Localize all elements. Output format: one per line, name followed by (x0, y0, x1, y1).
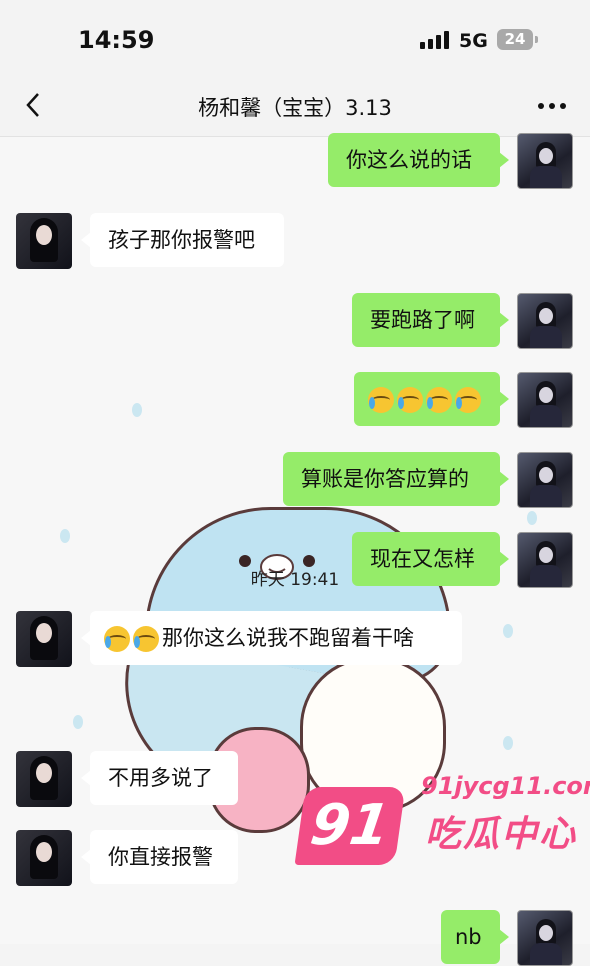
raindrop-decoration (60, 529, 70, 543)
battery-icon: 24 (497, 29, 538, 50)
signal-icon (420, 31, 450, 49)
avatar-self[interactable] (517, 452, 573, 508)
message-text: 那你这么说我不跑留着干啥 (162, 626, 414, 650)
network-type: 5G (459, 30, 488, 52)
avatar-self[interactable] (517, 372, 573, 428)
watermark-name: 吃瓜中心 (425, 814, 578, 855)
crying-laughing-emoji-icon (426, 387, 452, 413)
more-options-icon[interactable] (538, 103, 566, 111)
message-bubble-sent[interactable]: 要跑路了啊 (352, 293, 509, 347)
message-bubble-sent[interactable]: 算账是你答应算的 (283, 452, 509, 506)
crying-laughing-emoji-icon (455, 387, 481, 413)
avatar-contact[interactable] (16, 830, 72, 886)
message-timestamp: 昨天 19:41 (250, 570, 340, 590)
raindrop-decoration (503, 736, 513, 750)
message-bubble-received[interactable]: 你直接报警 (81, 830, 238, 884)
raindrop-decoration (527, 511, 537, 525)
status-time: 14:59 (78, 26, 155, 54)
message-bubble-sent[interactable]: 你这么说的话 (328, 133, 509, 187)
avatar-self[interactable] (517, 133, 573, 189)
chat-header: 杨和馨（宝宝）3.13 (0, 80, 590, 137)
crying-laughing-emoji-icon (397, 387, 423, 413)
crying-laughing-emoji-icon (104, 626, 130, 652)
avatar-contact[interactable] (16, 213, 72, 269)
crying-laughing-emoji-icon (133, 626, 159, 652)
avatar-contact[interactable] (16, 611, 72, 667)
chat-area[interactable]: 91 91jycg11.com 吃瓜中心 (0, 137, 590, 944)
raindrop-decoration (503, 624, 513, 638)
raindrop-decoration (73, 715, 83, 729)
crying-laughing-emoji-icon (368, 387, 394, 413)
message-bubble-sent-emoji[interactable] (354, 372, 509, 426)
raindrop-decoration (132, 403, 142, 417)
watermark-url: 91jycg11.com (421, 772, 590, 800)
avatar-contact[interactable] (16, 751, 72, 807)
message-bubble-received[interactable]: 孩子那你报警吧 (81, 213, 284, 267)
avatar-self[interactable] (517, 910, 573, 966)
message-bubble-sent[interactable]: nb (441, 910, 509, 964)
watermark-logo: 91 (294, 787, 406, 865)
status-bar: 14:59 5G 24 (0, 0, 590, 80)
chat-title: 杨和馨（宝宝）3.13 (198, 96, 392, 120)
avatar-self[interactable] (517, 293, 573, 349)
message-bubble-received[interactable]: 不用多说了 (81, 751, 238, 805)
message-bubble-received[interactable]: 那你这么说我不跑留着干啥 (81, 611, 462, 665)
